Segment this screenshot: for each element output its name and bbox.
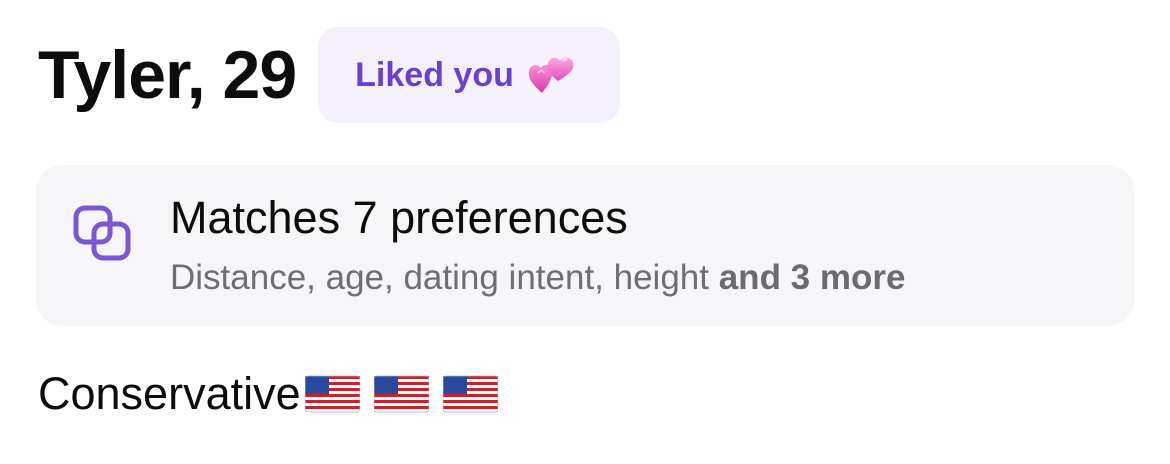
- bio-emojis: [304, 373, 498, 415]
- bio-text: Conservative: [38, 368, 301, 419]
- preferences-list: Distance, age, dating intent, height: [170, 258, 709, 297]
- liked-you-label: Liked you: [355, 55, 514, 94]
- preferences-subtitle: Distance, age, dating intent, height and…: [170, 256, 905, 300]
- us-flag-icon: [373, 375, 429, 413]
- overlapping-squares-icon: [73, 205, 131, 261]
- profile-header: Tyler, 29 Liked you: [38, 26, 620, 124]
- profile-name-age: Tyler, 29: [38, 37, 297, 113]
- us-flag-icon: [442, 375, 498, 413]
- profile-screen: Tyler, 29 Liked you Matches 7 preference…: [0, 0, 1170, 464]
- liked-you-badge: Liked you: [318, 27, 620, 123]
- bio-line: Conservative: [38, 366, 498, 422]
- heart-with-ribbon-icon: [528, 55, 574, 93]
- preferences-more: and 3 more: [718, 258, 906, 297]
- us-flag-icon: [304, 375, 360, 413]
- preferences-title: Matches 7 preferences: [170, 192, 628, 243]
